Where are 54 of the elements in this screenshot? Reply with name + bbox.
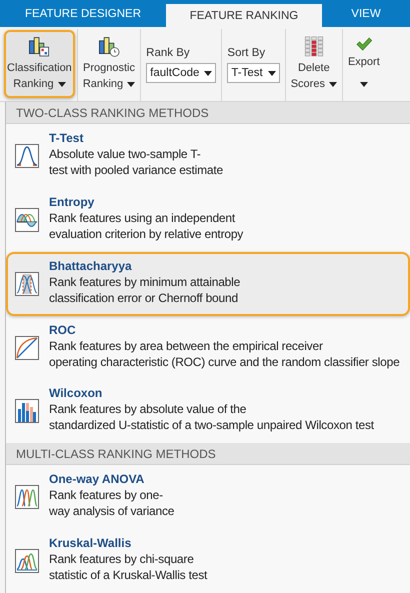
method-description: evaluation criterion by relative entropy	[49, 226, 244, 242]
section-header: TWO-CLASS RANKING METHODS	[6, 102, 410, 124]
section-header: MULTI-CLASS RANKING METHODS	[6, 443, 410, 466]
menu-item[interactable]: T-Test Absolute value two-sample T- test with pooled variance estimate	[6, 124, 410, 188]
method-description: Rank features by chi-square	[49, 551, 195, 568]
method-description: standardized U-statistic of a two-sample unpaired Wilcoxon test	[49, 417, 374, 434]
dropdown[interactable]: T-Test	[227, 63, 280, 83]
method-title: One-way ANOVA	[49, 471, 146, 488]
dropdown-label: Sort By	[227, 47, 266, 59]
method-description: statistic of a Kruskal-Wallis test	[49, 567, 208, 584]
method-description: Rank features by minimum attainable	[49, 274, 240, 290]
caret-icon	[268, 70, 276, 76]
menu-item[interactable]: Kruskal-Wallis Rank features by chi-square statistic of a Kruskal-Wallis test	[6, 529, 410, 593]
caret-icon	[360, 82, 368, 87]
ribbon-button[interactable]: Delete Scores	[288, 30, 340, 98]
menu-item[interactable]: ROC Rank features by area between the empirical receiver operating characteristic (ROC) curve and the random classifier slope	[6, 316, 410, 380]
ribbon-tab[interactable]: FEATURE DESIGNER	[0, 0, 166, 27]
bar-chart-icon	[15, 399, 39, 424]
method-title: Kruskal-Wallis	[49, 535, 132, 552]
method-description: Rank features using an independent	[49, 210, 236, 226]
method-title: Bhattacharyya	[49, 258, 133, 274]
method-description: Rank features by area between the empirical receiver	[49, 338, 324, 354]
method-description: test with pooled variance estimate	[49, 162, 223, 178]
method-description: Rank features by absolute value of the	[49, 401, 248, 418]
caret-icon	[58, 82, 66, 86]
method-title: Entropy	[49, 194, 96, 210]
method-title: T-Test	[49, 130, 84, 146]
method-description: Rank features by one-	[49, 487, 164, 504]
method-title: Wilcoxon	[49, 385, 104, 402]
three-peaks-icon	[15, 485, 39, 510]
bell-curve-icon	[15, 144, 39, 168]
menu-item[interactable]: Bhattacharyya Rank features by minimum attainable classification error or Chernoff bound	[6, 252, 410, 316]
ribbon-button[interactable]: Export	[344, 30, 383, 98]
ribbon-button[interactable]: Classification Ranking	[4, 30, 75, 98]
caret-icon	[328, 82, 337, 86]
method-description: way analysis of variance	[49, 503, 174, 520]
method-description: operating characteristic (ROC) curve and the random classifier slope	[49, 354, 400, 370]
ribbon-tab[interactable]: VIEW	[322, 0, 410, 27]
ribbon-tab[interactable]: FEATURE RANKING	[166, 4, 322, 27]
method-title: ROC	[49, 322, 77, 338]
caret-icon	[204, 70, 212, 76]
method-description: classification error or Chernoff bound	[49, 290, 239, 306]
menu-item[interactable]: Wilcoxon Rank features by absolute value of the standardized U-statistic of a two-sample unpaired Wilcoxon test	[6, 379, 410, 444]
three-humps-icon	[15, 549, 39, 574]
menu-item[interactable]: One-way ANOVA Rank features by one- way analysis of variance	[6, 465, 410, 530]
dropdown-label: Rank By	[146, 47, 191, 59]
overlapping-waves-icon	[15, 208, 39, 232]
dropdown[interactable]: faultCode	[146, 63, 216, 83]
ribbon-button[interactable]: Prognostic Ranking	[80, 30, 138, 98]
method-description: Absolute value two-sample T-	[49, 146, 202, 162]
roc-curve-icon	[15, 336, 39, 360]
menu-item[interactable]: Entropy Rank features using an independent evaluation criterion by relative entropy	[6, 188, 410, 252]
caret-icon	[127, 82, 136, 86]
overlapping-curves-icon	[15, 272, 39, 296]
